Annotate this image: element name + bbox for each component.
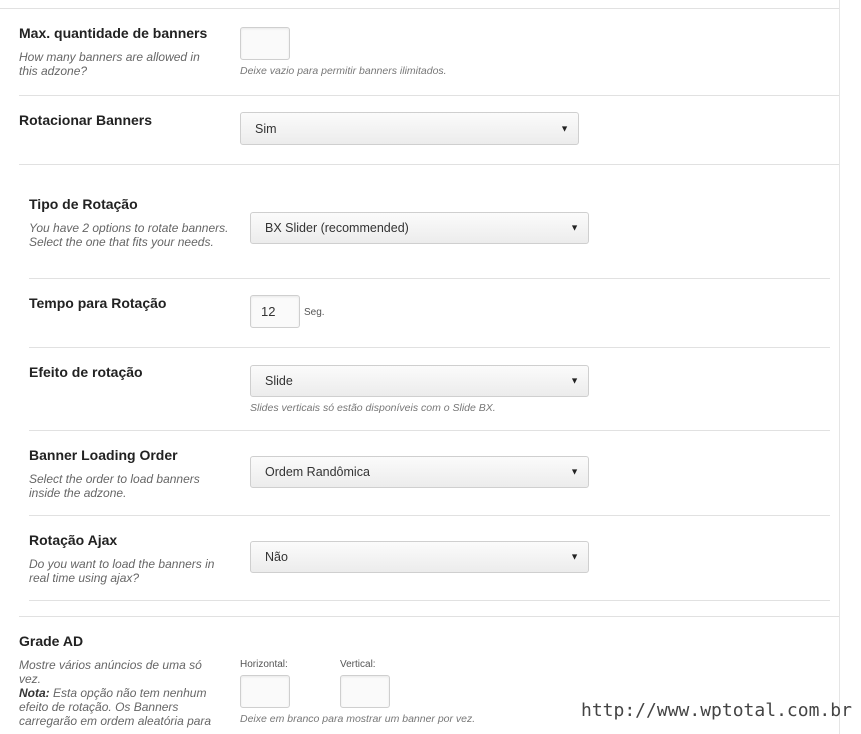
divider (29, 515, 830, 516)
divider (29, 278, 830, 279)
max-banners-description: How many banners are allowed in this adz… (19, 50, 200, 78)
grid-vertical-input[interactable] (340, 675, 390, 708)
watermark-text: http://www.wptotal.com.br (581, 700, 852, 721)
rotation-time-input[interactable]: 12 (250, 295, 300, 328)
rotate-banners-value: Sim (255, 121, 277, 136)
rotation-effect-value: Slide (265, 374, 293, 388)
chevron-down-icon: ▼ (570, 551, 579, 562)
grid-vertical-label: Vertical: (340, 659, 376, 670)
grid-horizontal-input[interactable] (240, 675, 290, 708)
ajax-rotation-description: Do you want to load the banners in real … (29, 557, 215, 585)
grid-ad-note-label: Nota: (19, 686, 50, 700)
max-banners-label: Max. quantidade de banners (19, 25, 208, 41)
divider (19, 164, 839, 165)
grid-ad-hint: Deixe em branco para mostrar um banner p… (240, 713, 476, 725)
loading-order-description: Select the order to load banners inside … (29, 472, 200, 500)
ajax-rotation-select[interactable]: Não ▼ (250, 541, 589, 573)
max-banners-hint: Deixe vazio para permitir banners ilimit… (240, 65, 447, 77)
divider (29, 430, 830, 431)
grid-ad-description: Mostre vários anúncios de uma só vez. No… (19, 658, 219, 728)
rotation-effect-label: Efeito de rotação (29, 364, 143, 380)
divider (29, 600, 830, 601)
rotation-type-description: You have 2 options to rotate banners. Se… (29, 221, 229, 249)
rotation-effect-select[interactable]: Slide ▼ (250, 365, 589, 397)
rotation-effect-hint: Slides verticais só estão disponíveis co… (250, 402, 496, 414)
loading-order-value: Ordem Randômica (265, 465, 370, 479)
rotation-time-unit: Seg. (304, 307, 325, 318)
rotation-type-label: Tipo de Rotação (29, 196, 138, 212)
max-banners-input[interactable] (240, 27, 290, 60)
ajax-rotation-value: Não (265, 550, 288, 564)
rotation-type-value: BX Slider (recommended) (265, 221, 409, 235)
divider (29, 347, 830, 348)
grid-ad-desc-text: Mostre vários anúncios de uma só vez. (19, 658, 202, 686)
loading-order-select[interactable]: Ordem Randômica ▼ (250, 456, 589, 488)
rotate-banners-select[interactable]: Sim ▼ (240, 112, 579, 145)
chevron-down-icon: ▼ (570, 375, 579, 386)
ajax-rotation-label: Rotação Ajax (29, 532, 118, 548)
grid-horizontal-label: Horizontal: (240, 659, 288, 670)
rotate-banners-label: Rotacionar Banners (19, 112, 153, 128)
rotation-type-select[interactable]: BX Slider (recommended) ▼ (250, 212, 589, 244)
chevron-down-icon: ▼ (560, 123, 569, 133)
divider (19, 95, 839, 96)
divider (0, 8, 839, 9)
divider (19, 616, 839, 617)
grid-ad-label: Grade AD (19, 633, 84, 649)
chevron-down-icon: ▼ (570, 466, 579, 477)
rotation-time-label: Tempo para Rotação (29, 295, 167, 311)
chevron-down-icon: ▼ (570, 222, 579, 233)
loading-order-label: Banner Loading Order (29, 447, 178, 463)
